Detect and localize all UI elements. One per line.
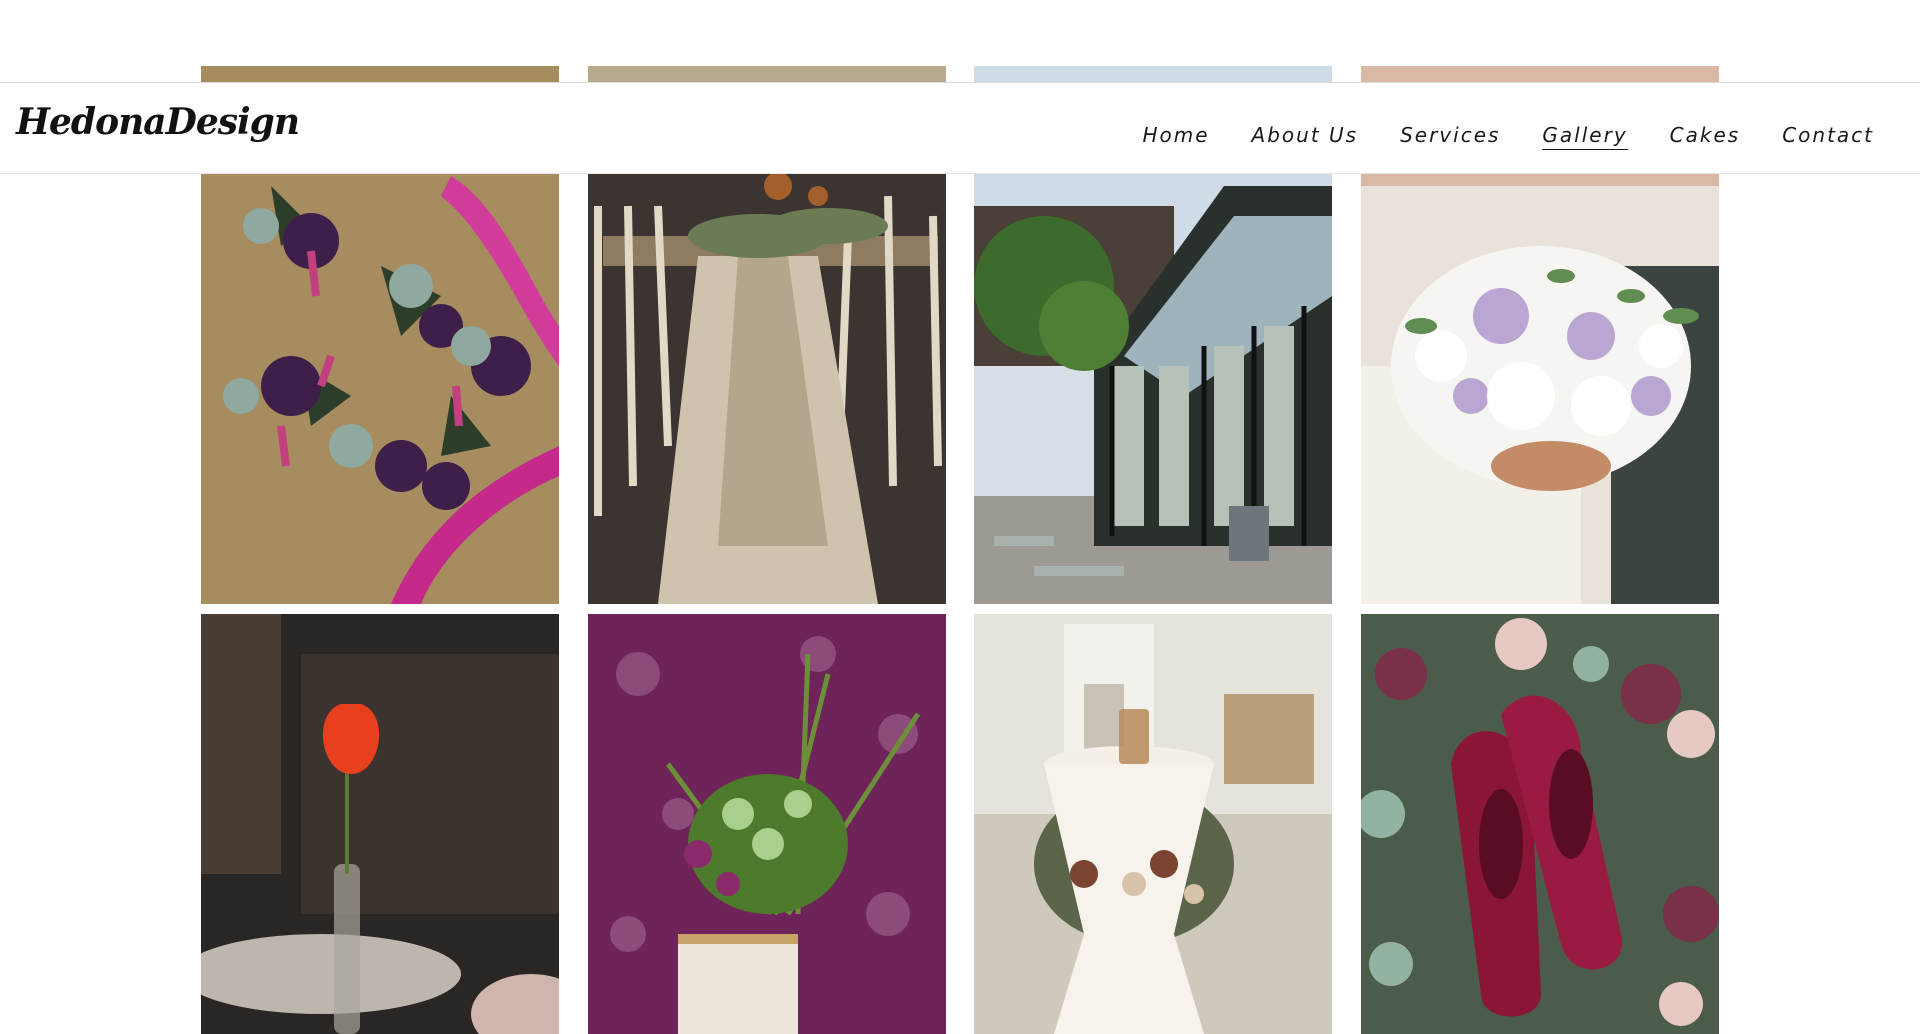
- gallery-photo-lace-vase[interactable]: [588, 614, 946, 1034]
- nav-gallery[interactable]: Gallery: [1542, 123, 1628, 150]
- brand-logo[interactable]: HedonaDesign: [16, 101, 300, 143]
- gallery-photo-cocktail-table[interactable]: [974, 614, 1332, 1034]
- nav-services[interactable]: Services: [1400, 123, 1500, 150]
- nav-contact[interactable]: Contact: [1782, 123, 1874, 150]
- site-header: HedonaDesign Home About Us Services Gall…: [0, 82, 1920, 174]
- main-nav: Home About Us Services Gallery Cakes Con…: [1142, 123, 1874, 150]
- nav-home[interactable]: Home: [1142, 123, 1209, 150]
- nav-cakes[interactable]: Cakes: [1670, 123, 1741, 150]
- nav-about-us[interactable]: About Us: [1252, 123, 1359, 150]
- gallery-photo-burgundy-shoes[interactable]: [1361, 614, 1719, 1034]
- gallery-photo-anthurium[interactable]: [201, 614, 559, 1034]
